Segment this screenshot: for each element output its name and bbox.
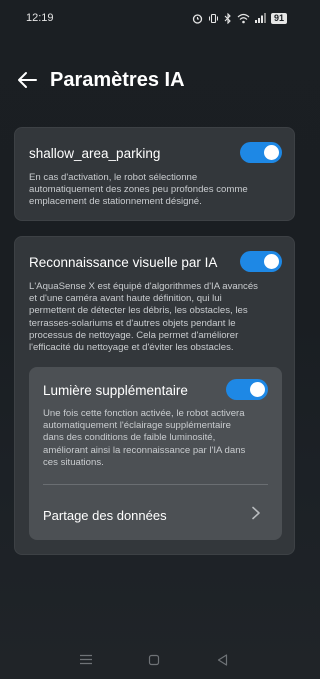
system-nav-bar [0,640,309,679]
data-sharing-item[interactable]: Partage des données [43,508,167,523]
page-title: Paramètres IA [50,68,185,91]
alarm-icon [192,13,203,24]
status-icons: 91 [192,12,287,24]
supplementary-light-title: Lumière supplémentaire [43,383,188,398]
vibrate-icon [208,13,218,23]
visual-recognition-description: L'AquaSense X est équipé d'algorithmes d… [29,281,258,354]
supplementary-light-description: Une fois cette fonction activée, le robo… [43,408,246,468]
divider [43,484,268,485]
header: Paramètres IA [16,62,185,98]
shallow-area-parking-toggle[interactable] [240,142,282,163]
visual-recognition-toggle[interactable] [240,251,282,272]
back-nav-icon[interactable] [214,653,232,667]
shallow-area-parking-title: shallow_area_parking [29,146,161,161]
menu-icon[interactable] [77,653,95,667]
shallow-area-parking-description: En cas d'activation, le robot sélectionn… [29,172,248,208]
home-icon[interactable] [145,653,163,667]
status-time: 12:19 [26,12,54,24]
status-bar: 12:19 91 [0,0,309,36]
shallow-area-parking-card: shallow_area_parking En cas d'activation… [14,127,295,221]
toggle-knob [264,254,279,269]
visual-recognition-card: Reconnaissance visuelle par IA L'AquaSen… [14,236,295,555]
visual-recognition-title: Reconnaissance visuelle par IA [29,255,218,270]
back-arrow-icon[interactable] [16,69,38,91]
signal-icon [254,13,266,23]
chevron-right-icon[interactable] [250,506,262,520]
toggle-knob [264,145,279,160]
supplementary-light-panel: Lumière supplémentaire Une fois cette fo… [29,367,282,540]
battery-indicator: 91 [270,12,287,24]
toggle-knob [250,382,265,397]
bluetooth-icon [224,12,231,24]
wifi-icon [237,13,250,23]
supplementary-light-toggle[interactable] [226,379,268,400]
